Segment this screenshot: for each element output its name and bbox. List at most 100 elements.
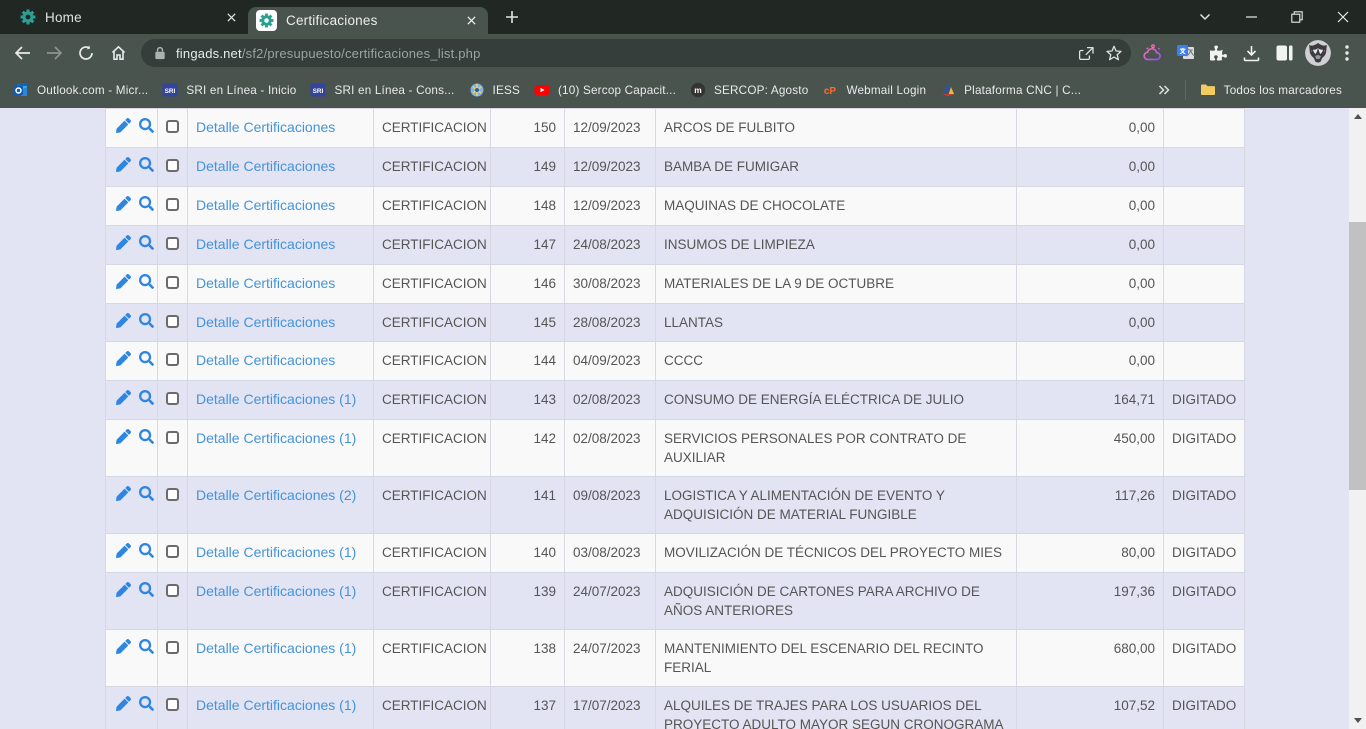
detalle-certificaciones-link[interactable]: Detalle Certificaciones (196, 275, 335, 291)
edit-pencil-icon[interactable] (116, 639, 131, 654)
tipo-cell: CERTIFICACION (374, 147, 491, 186)
view-search-icon[interactable] (139, 639, 154, 654)
edit-pencil-icon[interactable] (116, 235, 131, 250)
bookmark-star-icon[interactable] (1100, 39, 1128, 67)
extension-cloud-icon[interactable] (1136, 39, 1169, 67)
row-checkbox[interactable] (166, 431, 179, 444)
view-search-icon[interactable] (139, 196, 154, 211)
detalle-certificaciones-link[interactable]: Detalle Certificaciones (196, 158, 335, 174)
window-minimize-button[interactable] (1228, 0, 1274, 33)
extensions-puzzle-icon[interactable] (1202, 39, 1235, 67)
bookmark-plataforma-cnc[interactable]: Plataforma CNC | C... (933, 76, 1088, 104)
detalle-certificaciones-link[interactable]: Detalle Certificaciones (1) (196, 640, 356, 656)
new-tab-button[interactable] (498, 3, 526, 31)
view-search-icon[interactable] (139, 313, 154, 328)
detalle-certificaciones-link[interactable]: Detalle Certificaciones (196, 119, 335, 135)
row-checkbox[interactable] (166, 392, 179, 405)
row-checkbox[interactable] (166, 698, 179, 711)
detalle-certificaciones-link[interactable]: Detalle Certificaciones (196, 236, 335, 252)
tab-search-chevron-icon[interactable] (1182, 0, 1228, 33)
bookmark-webmail[interactable]: cP Webmail Login (815, 76, 933, 104)
bookmark-sri-consultas[interactable]: SRI SRI en Línea - Cons... (303, 76, 461, 104)
bookmark-iess[interactable]: IESS (462, 76, 527, 104)
view-search-icon[interactable] (139, 351, 154, 366)
bookmark-sercop-capacit[interactable]: (10) Sercop Capacit... (527, 76, 683, 104)
view-search-icon[interactable] (139, 157, 154, 172)
edit-pencil-icon[interactable] (116, 351, 131, 366)
row-checkbox[interactable] (166, 488, 179, 501)
view-search-icon[interactable] (139, 274, 154, 289)
edit-pencil-icon[interactable] (116, 582, 131, 597)
fecha-cell: 24/08/2023 (565, 225, 656, 264)
back-button[interactable] (8, 39, 36, 67)
bookmark-sri-inicio[interactable]: SRI SRI en Línea - Inicio (155, 76, 303, 104)
downloads-icon[interactable] (1235, 39, 1268, 67)
edit-pencil-icon[interactable] (116, 118, 131, 133)
window-restore-button[interactable] (1274, 0, 1320, 33)
detalle-certificaciones-link[interactable]: Detalle Certificaciones (1) (196, 544, 356, 560)
edit-pencil-icon[interactable] (116, 543, 131, 558)
row-actions-cell (106, 342, 158, 381)
window-close-button[interactable] (1320, 0, 1366, 33)
reload-button[interactable] (72, 39, 100, 67)
edit-pencil-icon[interactable] (116, 486, 131, 501)
detalle-certificaciones-link[interactable]: Detalle Certificaciones (196, 314, 335, 330)
extension-translate-icon[interactable] (1169, 39, 1202, 67)
side-panel-icon[interactable] (1268, 39, 1301, 67)
profile-avatar[interactable] (1301, 39, 1334, 67)
bookmark-outlook[interactable]: Outlook.com - Micr... (6, 76, 155, 104)
edit-pencil-icon[interactable] (116, 696, 131, 711)
bookmark-sercop-agosto[interactable]: m SERCOP: Agosto (683, 76, 815, 104)
row-checkbox[interactable] (166, 545, 179, 558)
row-checkbox[interactable] (166, 237, 179, 250)
descripcion-cell: BAMBA DE FUMIGAR (656, 147, 1017, 186)
row-checkbox[interactable] (166, 641, 179, 654)
scrollbar-up-arrow[interactable] (1349, 108, 1366, 125)
view-search-icon[interactable] (139, 696, 154, 711)
home-button[interactable] (104, 39, 132, 67)
view-search-icon[interactable] (139, 235, 154, 250)
view-search-icon[interactable] (139, 486, 154, 501)
tab-certificaciones[interactable]: Certificaciones (248, 7, 488, 34)
edit-pencil-icon[interactable] (116, 274, 131, 289)
row-checkbox[interactable] (166, 198, 179, 211)
address-bar[interactable]: fingads.net/sf2/presupuesto/certificacio… (141, 39, 1131, 67)
detalle-certificaciones-link[interactable]: Detalle Certificaciones (1) (196, 583, 356, 599)
row-checkbox[interactable] (166, 584, 179, 597)
tab-close-icon[interactable] (222, 8, 240, 26)
detalle-certificaciones-link[interactable]: Detalle Certificaciones (2) (196, 487, 356, 503)
bookmarks-overflow-chevron[interactable] (1151, 77, 1177, 103)
view-search-icon[interactable] (139, 390, 154, 405)
edit-pencil-icon[interactable] (116, 157, 131, 172)
fecha-value: 03/08/2023 (573, 545, 641, 560)
detalle-certificaciones-link[interactable]: Detalle Certificaciones (1) (196, 697, 356, 713)
view-search-icon[interactable] (139, 118, 154, 133)
page-scrollbar[interactable] (1349, 108, 1366, 729)
detalle-certificaciones-link[interactable]: Detalle Certificaciones (196, 197, 335, 213)
detalle-certificaciones-link[interactable]: Detalle Certificaciones (1) (196, 430, 356, 446)
lock-icon[interactable] (154, 46, 166, 60)
edit-pencil-icon[interactable] (116, 196, 131, 211)
row-checkbox[interactable] (166, 353, 179, 366)
row-checkbox[interactable] (166, 120, 179, 133)
tab-home[interactable]: Home (0, 0, 248, 34)
row-checkbox[interactable] (166, 276, 179, 289)
tab-close-icon[interactable] (462, 12, 480, 30)
scrollbar-thumb[interactable] (1349, 222, 1366, 490)
edit-pencil-icon[interactable] (116, 390, 131, 405)
scrollbar-down-arrow[interactable] (1349, 712, 1366, 729)
browser-menu-icon[interactable] (1334, 39, 1360, 67)
edit-pencil-icon[interactable] (116, 313, 131, 328)
detalle-certificaciones-link[interactable]: Detalle Certificaciones (1) (196, 391, 356, 407)
descripcion-value: CONSUMO DE ENERGÍA ELÉCTRICA DE JULIO (664, 392, 964, 407)
detalle-certificaciones-link[interactable]: Detalle Certificaciones (196, 352, 335, 368)
row-checkbox[interactable] (166, 159, 179, 172)
edit-pencil-icon[interactable] (116, 429, 131, 444)
view-search-icon[interactable] (139, 429, 154, 444)
share-icon[interactable] (1072, 39, 1100, 67)
all-bookmarks-folder[interactable]: Todos los marcadores (1194, 76, 1348, 104)
view-search-icon[interactable] (139, 582, 154, 597)
row-checkbox[interactable] (166, 315, 179, 328)
view-search-icon[interactable] (139, 543, 154, 558)
forward-button[interactable] (40, 39, 68, 67)
